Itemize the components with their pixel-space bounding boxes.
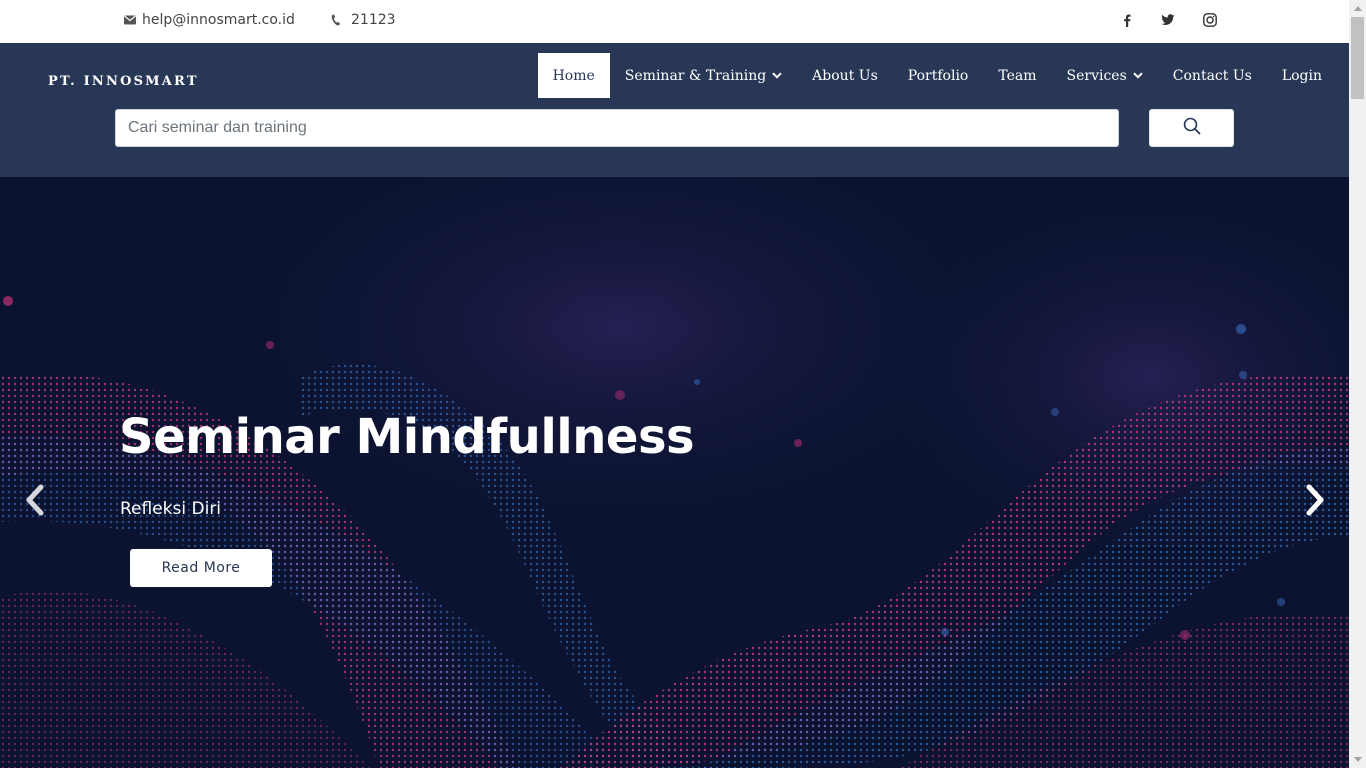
search-input[interactable] (115, 109, 1119, 147)
nav-seminar-training-label: Seminar & Training (624, 67, 767, 84)
main-header: PT. INNOSMART Home Seminar & Training Ab… (0, 43, 1349, 177)
main-nav: Home Seminar & Training About Us Portfol… (537, 53, 1337, 98)
scroll-up-arrow-icon[interactable] (1349, 0, 1366, 17)
nav-home[interactable]: Home (537, 53, 610, 98)
hero-title: Seminar Mindfullness (119, 409, 695, 465)
instagram-icon[interactable] (1199, 9, 1221, 31)
contact-phone-text: 21123 (351, 12, 396, 28)
search-button[interactable] (1149, 109, 1234, 147)
contact-email-text: help@innosmart.co.id (142, 12, 295, 28)
nav-services-label: Services (1066, 67, 1127, 84)
top-contact-bar: help@innosmart.co.id 21123 (0, 0, 1349, 43)
envelope-icon (124, 15, 136, 25)
chevron-down-icon (1133, 72, 1143, 79)
facebook-icon[interactable] (1116, 9, 1138, 31)
nav-home-label: Home (552, 67, 595, 84)
chevron-down-icon (772, 72, 782, 79)
nav-about-us[interactable]: About Us (797, 53, 893, 98)
nav-team[interactable]: Team (983, 53, 1051, 98)
nav-login[interactable]: Login (1267, 53, 1337, 98)
nav-team-label: Team (998, 67, 1037, 84)
brand-logo[interactable]: PT. INNOSMART (48, 74, 199, 89)
nav-portfolio-label: Portfolio (907, 67, 969, 84)
scrollbar-thumb[interactable] (1351, 17, 1364, 99)
nav-login-label: Login (1281, 67, 1322, 84)
chevron-right-icon (1305, 484, 1325, 521)
hero-carousel: Seminar Mindfullness Refleksi Diri Read … (0, 177, 1349, 768)
scroll-down-arrow-icon[interactable] (1349, 751, 1366, 768)
phone-icon (331, 14, 341, 26)
carousel-prev-button[interactable] (20, 482, 50, 522)
contact-email[interactable]: help@innosmart.co.id (124, 0, 295, 40)
nav-about-us-label: About Us (812, 67, 878, 84)
read-more-button[interactable]: Read More (130, 549, 272, 587)
nav-services[interactable]: Services (1052, 53, 1158, 98)
nav-contact-us-label: Contact Us (1172, 67, 1252, 84)
twitter-icon[interactable] (1157, 9, 1179, 31)
contact-phone[interactable]: 21123 (331, 0, 396, 40)
carousel-next-button[interactable] (1300, 482, 1330, 522)
chevron-left-icon (25, 484, 45, 521)
hero-subtitle: Refleksi Diri (120, 499, 222, 519)
page-scrollbar[interactable] (1349, 0, 1366, 768)
nav-contact-us[interactable]: Contact Us (1158, 53, 1267, 98)
nav-seminar-training[interactable]: Seminar & Training (610, 53, 797, 98)
nav-portfolio[interactable]: Portfolio (893, 53, 984, 98)
hero-background-image (0, 177, 1349, 768)
search-icon (1183, 117, 1201, 140)
